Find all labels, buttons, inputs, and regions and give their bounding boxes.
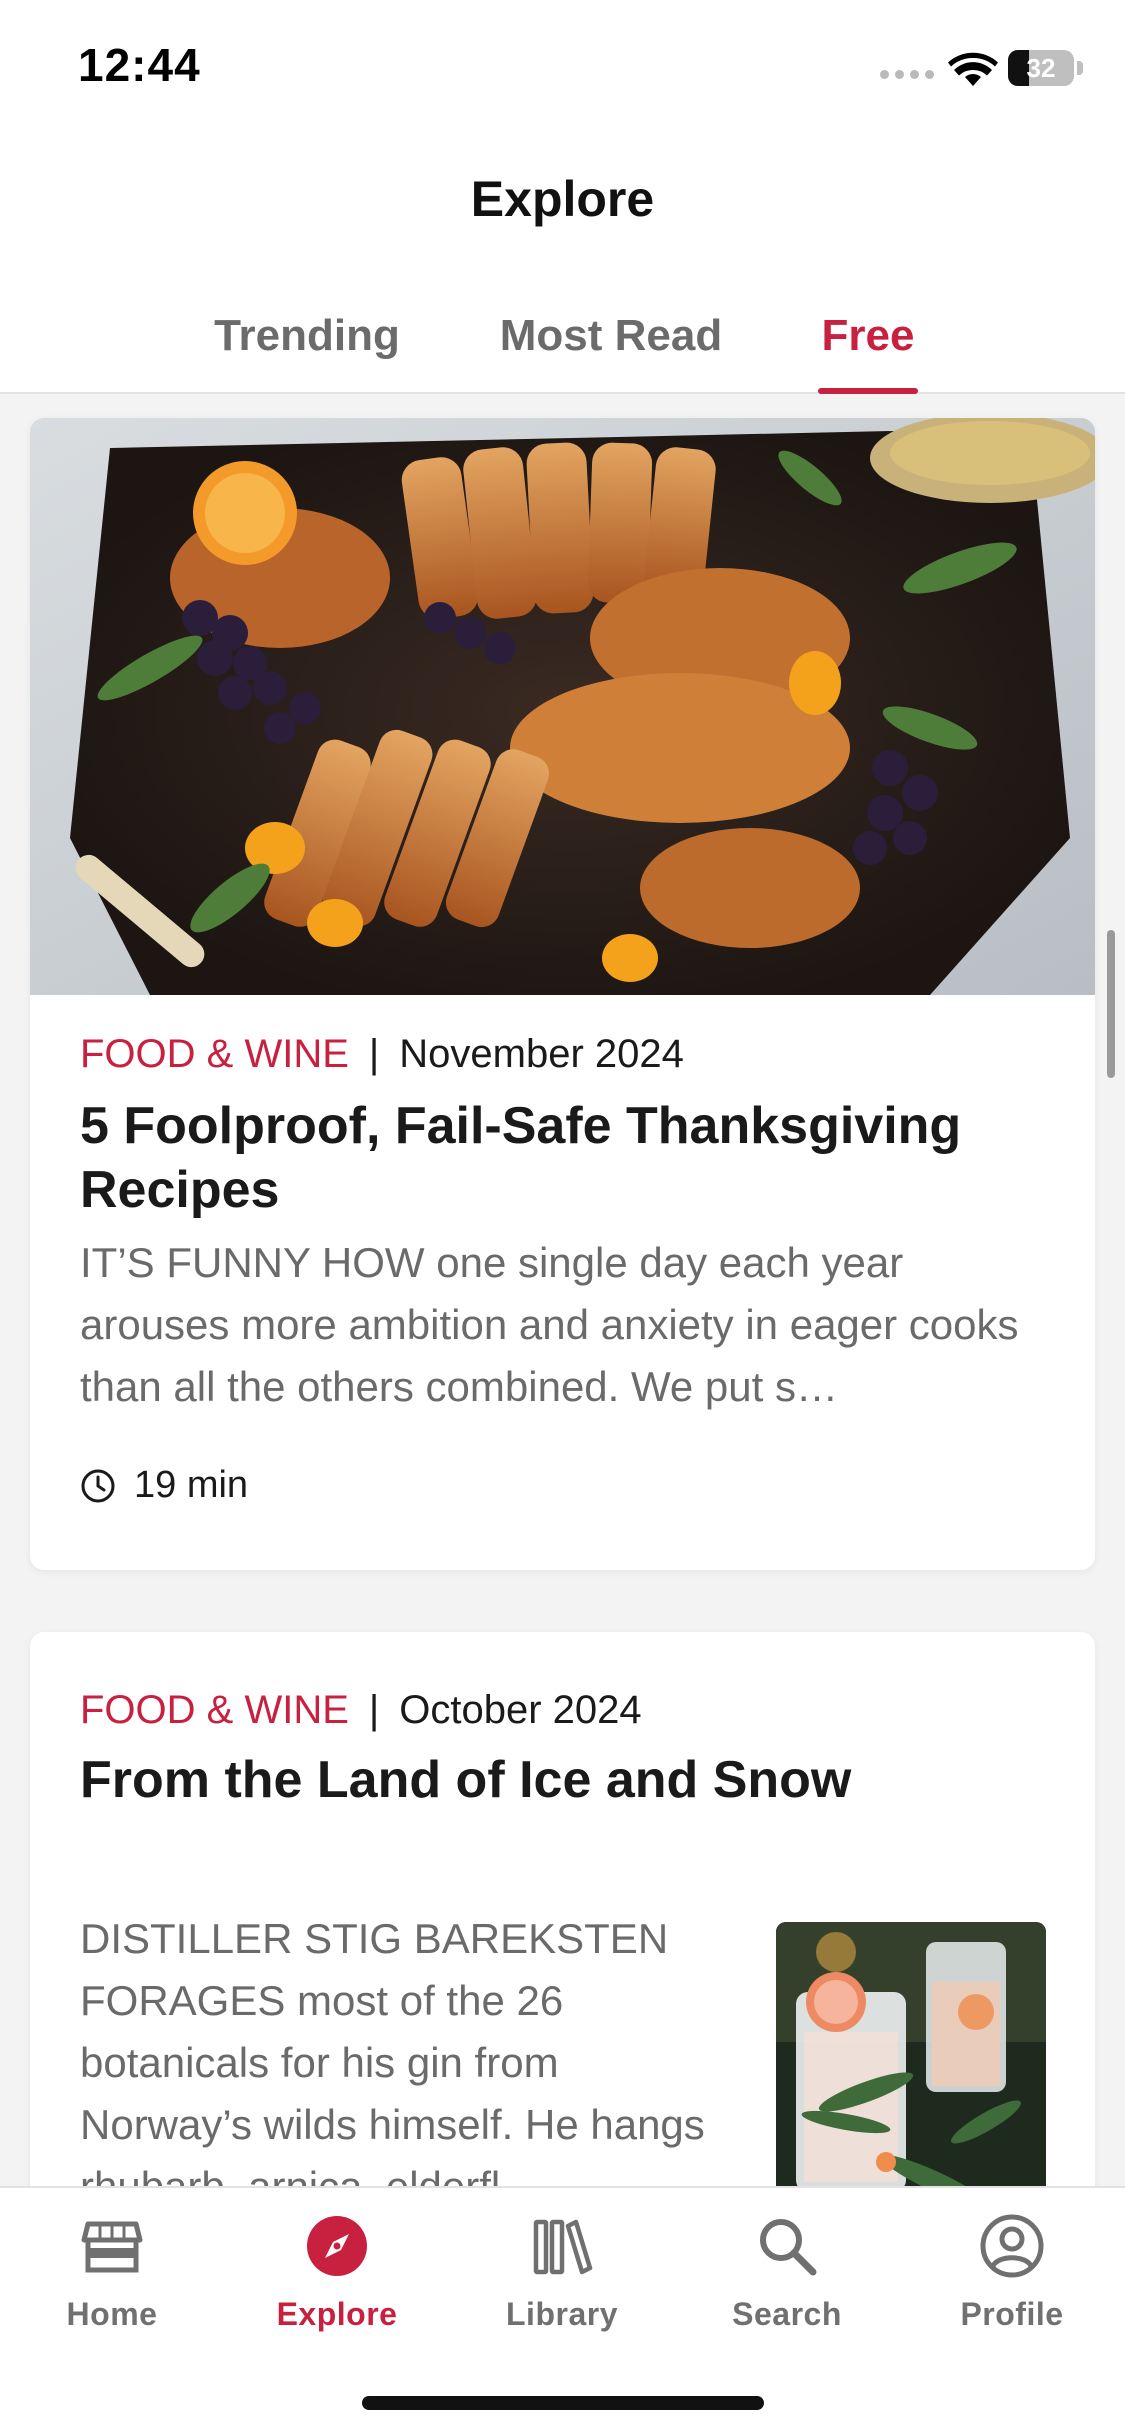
nav-label: Home	[66, 2296, 158, 2332]
clock-icon	[81, 1469, 115, 1502]
home-indicator	[362, 2396, 764, 2410]
tab-label: Free	[821, 311, 915, 360]
wifi-icon	[948, 52, 998, 86]
article-meta: FOOD & WINE | October 2024	[80, 1684, 642, 1736]
nav-label: Search	[732, 2296, 842, 2332]
user-circle-icon	[980, 2214, 1044, 2278]
cellular-signal-icon	[880, 70, 934, 79]
battery-cap	[1077, 61, 1083, 75]
article-title: 5 Foolproof, Fail-Safe Thanksgiving Reci…	[80, 1097, 962, 1219]
page-title: Explore	[470, 171, 655, 227]
article-excerpt: IT’S FUNNY HOW one single day each year …	[80, 1239, 1019, 1410]
article-hero-image	[30, 418, 1095, 995]
read-time-label: 19 min	[134, 1464, 249, 1506]
meta-separator: |	[368, 1032, 380, 1076]
nav-home[interactable]: Home	[12, 2214, 212, 2354]
tab-most-read[interactable]: Most Read	[496, 300, 726, 394]
explore-tabs: Trending Most Read Free	[0, 300, 1125, 394]
storefront-icon	[81, 2221, 143, 2273]
read-time: 19 min	[80, 1464, 248, 1507]
books-icon	[533, 2219, 593, 2275]
article-source: FOOD & WINE	[80, 1032, 349, 1076]
tab-free[interactable]: Free	[818, 300, 918, 394]
nav-label: Profile	[960, 2296, 1064, 2332]
meta-separator: |	[368, 1688, 380, 1732]
tab-trending[interactable]: Trending	[212, 300, 402, 394]
battery-level: 32	[1026, 53, 1056, 83]
status-time: 12:44	[78, 39, 201, 91]
status-bar: 12:44 32	[0, 0, 1125, 140]
article-card[interactable]: FOOD & WINE | November 2024 5 Foolproof, F…	[30, 418, 1095, 1570]
tab-label: Trending	[214, 311, 400, 360]
search-icon	[760, 2219, 817, 2276]
nav-label: Library	[506, 2296, 618, 2332]
scrollbar[interactable]	[1107, 930, 1115, 1078]
explore-screen: 12:44 32 Explore Trending Most Read Free	[0, 0, 1125, 2436]
explore-header: Explore Trending Most Read Free	[0, 140, 1125, 394]
tab-label: Most Read	[499, 311, 723, 360]
article-title: From the Land of Ice and Snow	[80, 1751, 852, 1809]
article-date: November 2024	[399, 1032, 684, 1076]
nav-profile[interactable]: Profile	[912, 2214, 1112, 2354]
compass-icon	[307, 2216, 367, 2276]
article-date: October 2024	[399, 1688, 642, 1732]
nav-library[interactable]: Library	[462, 2214, 662, 2354]
article-source: FOOD & WINE	[80, 1688, 349, 1732]
nav-search[interactable]: Search	[687, 2214, 887, 2354]
article-meta: FOOD & WINE | November 2024	[80, 1028, 684, 1080]
battery-icon: 32	[1008, 50, 1074, 86]
article-excerpt: DISTILLER STIG BAREKSTEN FORAGES most of…	[80, 1915, 705, 2208]
nav-explore[interactable]: Explore	[237, 2214, 437, 2354]
nav-label: Explore	[276, 2296, 398, 2332]
active-tab-indicator	[818, 388, 918, 394]
